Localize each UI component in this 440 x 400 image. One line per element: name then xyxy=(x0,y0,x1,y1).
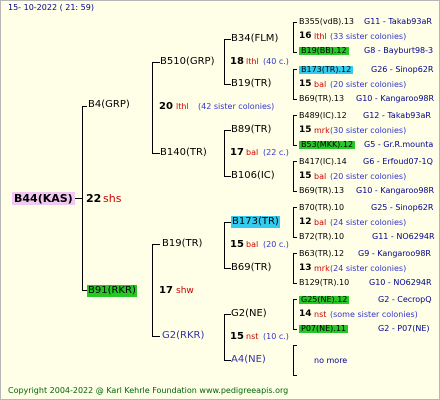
gen3-item[interactable]: B173(TR) xyxy=(231,216,280,228)
gen3-item[interactable]: B19(TR) xyxy=(231,79,271,89)
gen4-id[interactable]: B173(TR).12 xyxy=(299,66,354,74)
gen4-id[interactable]: B69(TR).13 xyxy=(299,95,344,103)
gen2-item[interactable]: B19(TR) xyxy=(162,239,202,249)
gen4-id[interactable]: B129(TR).10 xyxy=(299,279,349,287)
gen4-id[interactable]: B63(TR).12 xyxy=(299,250,344,258)
gen4-id[interactable]: B355(vdB).13 xyxy=(299,18,354,26)
root-colony[interactable]: B44(KAS) xyxy=(12,192,75,205)
gen4-id[interactable]: B19(BB).12 xyxy=(299,47,349,55)
gen4-id[interactable]: B69(TR).13 xyxy=(299,187,344,195)
gen2-item[interactable]: B510(GRP) xyxy=(160,57,214,67)
gen4-id[interactable]: B417(IC).14 xyxy=(299,158,347,166)
gen4-id[interactable]: B70(TR).10 xyxy=(299,204,344,212)
gen3-item[interactable]: B69(TR) xyxy=(231,263,271,273)
gen2-item[interactable]: B140(TR) xyxy=(160,148,207,158)
gen2-item[interactable]: G2(RKR) xyxy=(162,331,204,341)
gen1-item[interactable]: B91(RKR) xyxy=(87,285,137,297)
gen3-item[interactable]: B106(IC) xyxy=(231,171,275,181)
root-num: 22 xyxy=(86,192,102,205)
root-tag: shs xyxy=(103,192,122,205)
copyright: Copyright 2004-2022 @ Karl Kehrle Founda… xyxy=(8,386,289,395)
gen3-item[interactable]: B34(FLM) xyxy=(231,34,278,44)
gen3-item[interactable]: G2(NE) xyxy=(231,309,267,319)
gen4-id[interactable]: B489(IC).12 xyxy=(299,112,347,120)
date-stamp: 15- 10-2022 ( 21: 59) xyxy=(8,3,94,12)
gen4-id[interactable]: B53(MKK).12 xyxy=(299,141,356,149)
gen4-id[interactable]: B72(TR).10 xyxy=(299,233,344,241)
gen1-item[interactable]: B4(GRP) xyxy=(88,100,130,110)
gen3-item[interactable]: A4(NE) xyxy=(231,355,266,365)
gen4-no-more: no more xyxy=(314,356,348,365)
gen4-id[interactable]: P07(NE).11 xyxy=(299,325,349,333)
gen3-item[interactable]: B89(TR) xyxy=(231,125,271,135)
gen4-id[interactable]: G25(NE).12 xyxy=(299,296,350,304)
